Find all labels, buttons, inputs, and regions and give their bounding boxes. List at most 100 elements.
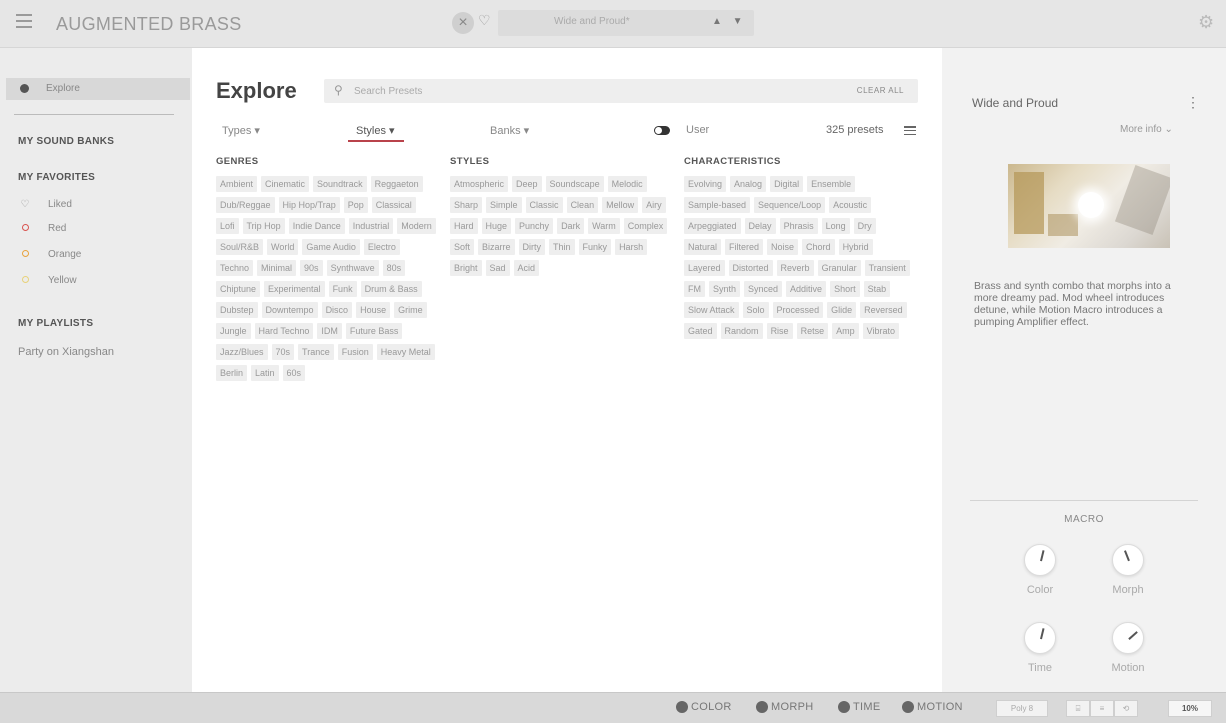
genre-tag[interactable]: Game Audio [302,239,360,255]
close-icon[interactable]: × [452,12,474,34]
tab-types[interactable]: Types ▾ [222,124,260,137]
genre-tag[interactable]: Industrial [348,218,394,234]
style-tag[interactable]: Sharp [450,197,483,213]
genre-tag[interactable]: Downtempo [261,302,318,318]
style-tag[interactable]: Dirty [518,239,546,255]
sidebar-item-playlist[interactable]: Party on Xiangshan [18,346,114,358]
preset-nav-arrows[interactable]: ▲ ▼ [712,16,747,27]
menu-icon[interactable] [16,14,32,28]
style-tag[interactable]: Mellow [602,197,639,213]
list-view-icon[interactable] [904,126,916,135]
characteristic-tag[interactable]: Evolving [684,176,727,192]
undo-icon[interactable]: ⟲ [1114,700,1138,717]
gear-icon[interactable]: ⚙ [1198,12,1214,33]
genre-tag[interactable]: Indie Dance [288,218,345,234]
genre-tag[interactable]: Jungle [216,323,251,339]
characteristic-tag[interactable]: Gated [684,323,717,339]
bottom-color-macro[interactable]: COLOR [676,701,732,713]
style-tag[interactable]: Funky [578,239,612,255]
genre-tag[interactable]: Experimental [264,281,325,297]
style-tag[interactable]: Harsh [615,239,648,255]
sidebar-item-yellow[interactable]: Yellow [20,275,77,286]
style-tag[interactable]: Simple [486,197,522,213]
genre-tag[interactable]: 60s [282,365,306,381]
characteristic-tag[interactable]: Ensemble [807,176,856,192]
genre-tag[interactable]: 90s [300,260,323,276]
motion-knob[interactable] [1112,622,1144,654]
style-tag[interactable]: Classic [525,197,563,213]
characteristic-tag[interactable]: Granular [817,260,861,276]
sidebar-item-red[interactable]: Red [20,223,66,234]
genre-tag[interactable]: Disco [321,302,353,318]
genre-tag[interactable]: Grime [394,302,427,318]
genre-tag[interactable]: Jazz/Blues [216,344,268,360]
characteristic-tag[interactable]: Analog [730,176,767,192]
characteristic-tag[interactable]: Distorted [728,260,773,276]
genre-tag[interactable]: Latin [251,365,279,381]
genre-tag[interactable]: Heavy Metal [376,344,435,360]
style-tag[interactable]: Bright [450,260,482,276]
color-knob[interactable] [1024,544,1056,576]
style-tag[interactable]: Clean [566,197,599,213]
characteristic-tag[interactable]: Long [821,218,850,234]
style-tag[interactable]: Deep [512,176,542,192]
heart-icon[interactable]: ♡ [478,12,491,29]
style-tag[interactable]: Melodic [607,176,647,192]
style-tag[interactable]: Warm [588,218,620,234]
sidebar-item-orange[interactable]: Orange [20,249,81,260]
preset-selector[interactable]: Wide and Proud* ▲ ▼ [498,10,754,36]
genre-tag[interactable]: Lofi [216,218,239,234]
tab-styles[interactable]: Styles ▾ [356,124,395,137]
genre-tag[interactable]: Soundtrack [313,176,367,192]
genre-tag[interactable]: Hip Hop/Trap [278,197,340,213]
style-tag[interactable]: Complex [623,218,668,234]
characteristic-tag[interactable]: Stab [863,281,891,297]
characteristic-tag[interactable]: Noise [767,239,799,255]
style-tag[interactable]: Huge [481,218,512,234]
characteristic-tag[interactable]: Vibrato [862,323,899,339]
genre-tag[interactable]: Funk [328,281,357,297]
genre-tag[interactable]: Berlin [216,365,248,381]
characteristic-tag[interactable]: Processed [772,302,824,318]
style-tag[interactable]: Dark [557,218,585,234]
more-info-button[interactable]: More info ⌄ [1120,124,1173,135]
characteristic-tag[interactable]: Retse [796,323,829,339]
user-toggle[interactable] [654,126,670,135]
style-tag[interactable]: Thin [549,239,575,255]
style-tag[interactable]: Hard [450,218,478,234]
characteristic-tag[interactable]: Short [830,281,860,297]
kebab-menu-icon[interactable]: ⋮ [1186,94,1200,111]
characteristic-tag[interactable]: Sample-based [684,197,751,213]
characteristic-tag[interactable]: Synced [744,281,783,297]
genre-tag[interactable]: Reggaeton [370,176,423,192]
characteristic-tag[interactable]: Solo [742,302,769,318]
style-tag[interactable]: Atmospheric [450,176,509,192]
genre-tag[interactable]: Future Bass [345,323,403,339]
mixer-icon[interactable]: ≡ [1090,700,1114,717]
characteristic-tag[interactable]: Arpeggiated [684,218,741,234]
characteristic-tag[interactable]: Random [720,323,763,339]
genre-tag[interactable]: Synthwave [326,260,379,276]
characteristic-tag[interactable]: Acoustic [829,197,872,213]
poly-button[interactable]: Poly 8 [996,700,1048,717]
genre-tag[interactable]: Ambient [216,176,258,192]
genre-tag[interactable]: Trip Hop [242,218,285,234]
bottom-motion-macro[interactable]: MOTION [902,701,963,713]
characteristic-tag[interactable]: Slow Attack [684,302,739,318]
bottom-time-macro[interactable]: TIME [838,701,880,713]
genre-tag[interactable]: Dubstep [216,302,258,318]
characteristic-tag[interactable]: Delay [744,218,776,234]
style-tag[interactable]: Airy [642,197,666,213]
genre-tag[interactable]: House [356,302,391,318]
characteristic-tag[interactable]: Glide [827,302,857,318]
zoom-level[interactable]: 10% [1168,700,1212,717]
style-tag[interactable]: Bizarre [478,239,515,255]
characteristic-tag[interactable]: Phrasis [779,218,818,234]
characteristic-tag[interactable]: Natural [684,239,722,255]
characteristic-tag[interactable]: Transient [864,260,910,276]
characteristic-tag[interactable]: Chord [802,239,835,255]
morph-knob[interactable] [1112,544,1144,576]
characteristic-tag[interactable]: Hybrid [838,239,873,255]
characteristic-tag[interactable]: FM [684,281,705,297]
genre-tag[interactable]: Cinematic [261,176,310,192]
